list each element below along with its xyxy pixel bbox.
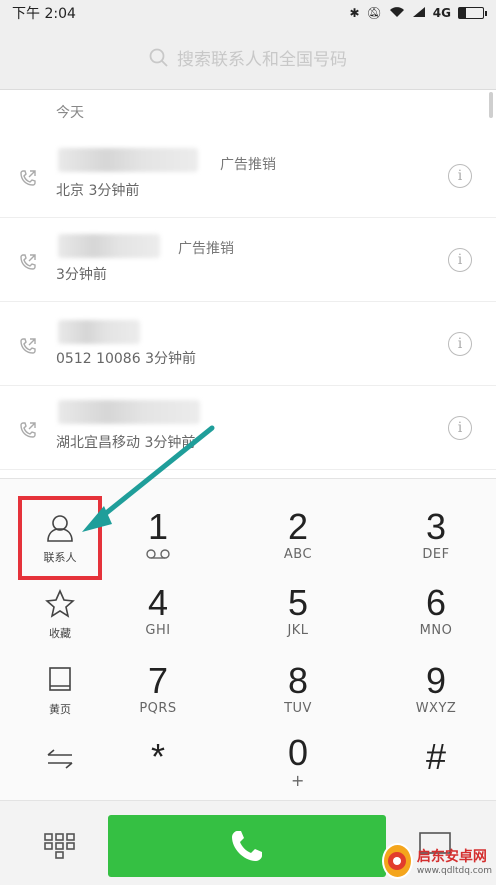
key-letters: DEF [422, 547, 450, 562]
key-star[interactable]: * [98, 733, 218, 805]
search-icon [149, 48, 168, 67]
search-placeholder: 搜索联系人和全国号码 [177, 50, 347, 70]
key-digit: 9 [425, 660, 447, 701]
key-0[interactable]: 0 + [238, 729, 358, 801]
status-time: 下午 2:04 [12, 6, 76, 22]
call-tag: 广告推销 [178, 241, 234, 257]
key-digit: 4 [147, 582, 169, 623]
outgoing-call-icon [20, 254, 36, 270]
yellow-pages-button[interactable]: 黄页 [22, 655, 98, 727]
key-digit: 8 [287, 660, 309, 701]
key-digit: 3 [425, 506, 447, 547]
key-letters: TUV [284, 701, 312, 716]
key-letters: ABC [283, 547, 313, 562]
call-detail: 3分钟前 [56, 267, 107, 283]
wifi-icon [389, 6, 405, 21]
key-digit: 7 [147, 660, 169, 701]
contacts-button[interactable]: 联系人 [22, 503, 98, 575]
key-8[interactable]: 8 TUV [238, 657, 358, 729]
key-digit: 2 [287, 506, 309, 547]
watermark-url: www.qdltdq.com [416, 866, 492, 876]
star-icon [45, 589, 75, 618]
contact-name-redacted [58, 234, 160, 258]
key-1[interactable]: 1 [98, 503, 218, 575]
yellow-pages-label: 黄页 [49, 703, 71, 716]
key-letters: WXYZ [415, 701, 457, 716]
swap-button[interactable] [22, 723, 98, 795]
book-icon [49, 667, 71, 691]
key-digit: 6 [425, 582, 447, 623]
call-log-row[interactable]: 广告推销 北京 3分钟前 i [0, 134, 496, 218]
mute-bell-icon: 🔕︎ [366, 6, 382, 20]
status-icons: ✱ 🔕︎ 4G [349, 6, 487, 21]
call-detail: 北京 3分钟前 [56, 183, 140, 199]
key-digit: 0 [287, 732, 309, 773]
call-log-row[interactable]: 0512 10086 3分钟前 i [0, 302, 496, 386]
bluetooth-icon: ✱ [349, 6, 360, 20]
favorites-label: 收藏 [49, 627, 71, 640]
signal-icon [412, 6, 426, 21]
key-letters: JKL [287, 623, 309, 638]
dialpad-toggle-icon[interactable] [44, 833, 76, 859]
key-2[interactable]: 2 ABC [238, 503, 358, 575]
key-digit: * [150, 736, 165, 777]
call-button[interactable] [108, 815, 386, 877]
key-4[interactable]: 4 GHI [98, 579, 218, 651]
contacts-label: 联系人 [43, 551, 77, 564]
key-letters: GHI [145, 623, 171, 638]
key-5[interactable]: 5 JKL [238, 579, 358, 651]
watermark-text: 启东安卓网 www.qdltdq.com [417, 846, 492, 876]
outgoing-call-icon [20, 422, 36, 438]
section-title: 今天 [56, 105, 84, 121]
watermark-logo-icon [382, 843, 413, 879]
key-letters: + [291, 771, 305, 790]
contact-name-redacted [58, 400, 200, 424]
outgoing-call-icon [20, 170, 36, 186]
network-type: 4G [432, 6, 451, 20]
call-tag: 广告推销 [220, 157, 276, 173]
contact-name-redacted [58, 320, 140, 344]
swap-icon [47, 749, 73, 769]
dialpad: 联系人 收藏 黄页 1 2 ABC 3 DEF 4 GHI 5 JKL 6 MN… [0, 478, 496, 800]
contact-name-redacted [58, 148, 198, 172]
favorites-button[interactable]: 收藏 [22, 579, 98, 651]
call-log-row[interactable]: 湖北宜昌移动 3分钟前 i [0, 386, 496, 470]
person-icon [47, 515, 73, 542]
call-detail: 0512 10086 3分钟前 [56, 351, 196, 367]
watermark-title: 启东安卓网 [416, 849, 487, 865]
status-bar: 下午 2:04 ✱ 🔕︎ 4G [0, 0, 496, 26]
key-letters: MNO [419, 623, 453, 638]
key-6[interactable]: 6 MNO [376, 579, 496, 651]
call-log-row[interactable]: 广告推销 3分钟前 i [0, 218, 496, 302]
call-log-list[interactable]: 今天 广告推销 北京 3分钟前 i 广告推销 3分钟前 i 0512 10086… [0, 90, 496, 478]
info-icon[interactable]: i [448, 248, 472, 272]
key-digit: # [425, 736, 447, 777]
key-letters: PQRS [139, 701, 177, 716]
search-input[interactable]: 搜索联系人和全国号码 [149, 45, 347, 70]
key-digit: 1 [147, 506, 169, 547]
phone-icon [232, 831, 262, 861]
voicemail-icon [146, 549, 170, 559]
info-icon[interactable]: i [448, 416, 472, 440]
search-header: 搜索联系人和全国号码 [0, 26, 496, 90]
battery-level [459, 8, 467, 18]
info-icon[interactable]: i [448, 164, 472, 188]
info-icon[interactable]: i [448, 332, 472, 356]
key-digit: 5 [287, 582, 309, 623]
bottom-bar: 启东安卓网 www.qdltdq.com [0, 800, 496, 885]
scrollbar[interactable] [489, 92, 493, 118]
battery-icon [458, 7, 487, 19]
key-9[interactable]: 9 WXYZ [376, 657, 496, 729]
outgoing-call-icon [20, 338, 36, 354]
watermark: 启东安卓网 www.qdltdq.com [382, 839, 492, 883]
key-3[interactable]: 3 DEF [376, 503, 496, 575]
call-detail: 湖北宜昌移动 3分钟前 [56, 435, 196, 451]
key-7[interactable]: 7 PQRS [98, 657, 218, 729]
key-hash[interactable]: # [376, 733, 496, 805]
